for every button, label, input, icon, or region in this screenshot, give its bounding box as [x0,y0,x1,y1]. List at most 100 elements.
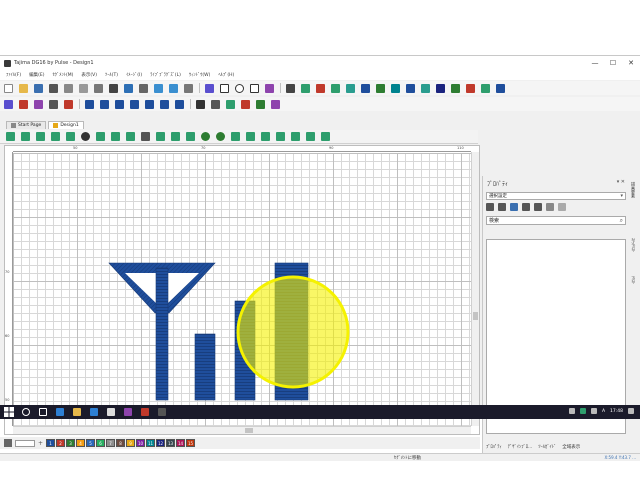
color-swatch[interactable]: 5 [86,439,96,447]
tab-tool-guide[interactable]: ﾂｰﾙｶﾞｲﾄﾞ [538,444,556,450]
search-icon[interactable]: ⌕ [620,217,623,225]
color-swatch[interactable]: 6 [96,439,106,447]
color-swatch[interactable]: 9 [126,439,136,447]
maximize-button[interactable]: ☐ [604,56,622,70]
windows-start-icon[interactable] [4,407,14,417]
image-icon[interactable] [271,99,280,109]
input-language[interactable]: A [602,409,605,414]
palette-icon[interactable] [4,439,12,447]
embroidery-design[interactable] [13,153,471,428]
travel-icon[interactable] [291,132,300,141]
menu-image[interactable]: ｲﾒｰｼﾞ(I) [126,72,142,78]
color-swatch[interactable]: 15 [186,439,196,447]
stitch-count-icon[interactable] [246,132,255,141]
store-icon[interactable] [90,408,98,416]
zigzag-icon[interactable] [331,83,340,93]
tajima-app-icon[interactable] [158,408,166,416]
vertical-scrollbar[interactable] [471,152,479,426]
distribute-icon[interactable] [186,132,195,141]
stitch-count-100-icon[interactable] [261,132,270,141]
rectangle-icon[interactable] [220,83,229,93]
bars-icon[interactable] [96,132,105,141]
cross-stitch-icon[interactable] [436,83,445,93]
color-swatch[interactable]: 2 [56,439,66,447]
properties-icon[interactable] [510,203,518,211]
link-icon[interactable] [145,99,154,109]
add-color-icon[interactable]: + [38,440,43,447]
categorized-icon[interactable] [486,203,494,211]
alphabetical-icon[interactable] [498,203,506,211]
lightning-icon[interactable] [558,203,566,211]
scroll-thumb[interactable] [245,428,253,433]
circle-stitch-icon[interactable] [175,99,184,109]
z-stitch-icon[interactable] [115,99,124,109]
brush-icon[interactable] [265,83,274,93]
close-button[interactable]: ✕ [622,56,640,70]
tab-properties[interactable]: ﾌﾟﾛﾊﾟﾃｨ [486,444,502,450]
color-swatch[interactable]: 8 [116,439,126,447]
menu-edit[interactable]: 編集(E) [29,72,44,78]
selection-dropdown[interactable]: 選択設定 ▾ [486,192,626,200]
square-stitch-icon[interactable] [361,83,370,93]
fill-icon[interactable] [301,83,310,93]
color-swatch[interactable]: 11 [146,439,156,447]
menu-help[interactable]: ﾍﾙﾌﾟ(H) [218,72,234,78]
tab-design-browser[interactable]: ﾃﾞｻﾞｲﾝﾌﾞﾛ... [508,444,533,450]
node-edit-icon[interactable] [19,99,28,109]
filter-icon[interactable] [6,132,15,141]
columns-icon[interactable] [321,132,330,141]
menu-live[interactable]: ﾗｲﾌﾞﾌﾞﾗｸﾞｽﾞ(L) [150,72,181,78]
spiral-icon[interactable] [391,83,400,93]
delete-icon[interactable] [139,83,148,93]
3d-view-icon[interactable] [216,132,225,141]
color-swatch[interactable]: 7 [106,439,116,447]
reshape-icon[interactable] [34,99,43,109]
rotate-icon[interactable] [184,83,193,93]
media-icon[interactable] [107,408,115,416]
design-grid[interactable] [13,153,471,428]
s-curve-icon[interactable] [130,99,139,109]
clock[interactable]: 17:48 [610,409,623,414]
horizontal-scrollbar[interactable] [13,426,471,434]
task-view-icon[interactable] [39,408,47,416]
color-swatch[interactable]: 12 [156,439,166,447]
zoom-icon[interactable] [286,83,295,93]
density-icon[interactable] [231,132,240,141]
angle-icon[interactable] [64,99,73,109]
new-file-icon[interactable] [4,83,13,93]
palette-icon[interactable] [241,99,250,109]
view-icon[interactable] [36,132,45,141]
star-stitch-icon[interactable] [346,83,355,93]
text-box-icon[interactable] [250,83,259,93]
color-swatch[interactable]: 4 [76,439,86,447]
dots-icon[interactable] [376,83,385,93]
color-icon[interactable] [256,99,265,109]
run-stitch-icon[interactable] [100,99,109,109]
wave-icon[interactable] [421,83,430,93]
shirt-icon[interactable] [85,99,94,109]
boot-icon[interactable] [466,83,475,93]
edge-icon[interactable] [56,408,64,416]
signal-bar-1[interactable] [194,333,216,401]
color-swatch[interactable]: 3 [66,439,76,447]
pen-icon[interactable] [205,83,214,93]
satin-icon[interactable] [160,99,169,109]
minimize-button[interactable]: — [586,56,604,70]
panel-controls[interactable]: ▾ ✕ [617,179,625,185]
menu-segment[interactable]: ｾｸﾞﾒﾝﾄ(M) [52,72,73,78]
side-tab-elements[interactable]: 描画要素 [630,182,636,198]
volume-icon[interactable] [590,408,597,414]
app-icon[interactable] [124,408,132,416]
tab-start-page[interactable]: Start Page [6,121,47,129]
copy-icon[interactable] [79,83,88,93]
color-swatch[interactable]: 14 [176,439,186,447]
design-canvas[interactable]: 50 70 90 110 70 60 50 [4,145,480,435]
undo-icon[interactable] [154,83,163,93]
side-tab-stitch-list[interactable]: ｽﾃｯﾁﾘｽﾄ [630,238,636,252]
print-icon[interactable] [109,83,118,93]
record-icon[interactable] [81,132,90,141]
events-icon[interactable] [522,203,530,211]
tab-design1[interactable]: Design1 [48,121,84,129]
frame-select-icon[interactable] [126,132,135,141]
magnify-icon[interactable] [196,99,205,109]
